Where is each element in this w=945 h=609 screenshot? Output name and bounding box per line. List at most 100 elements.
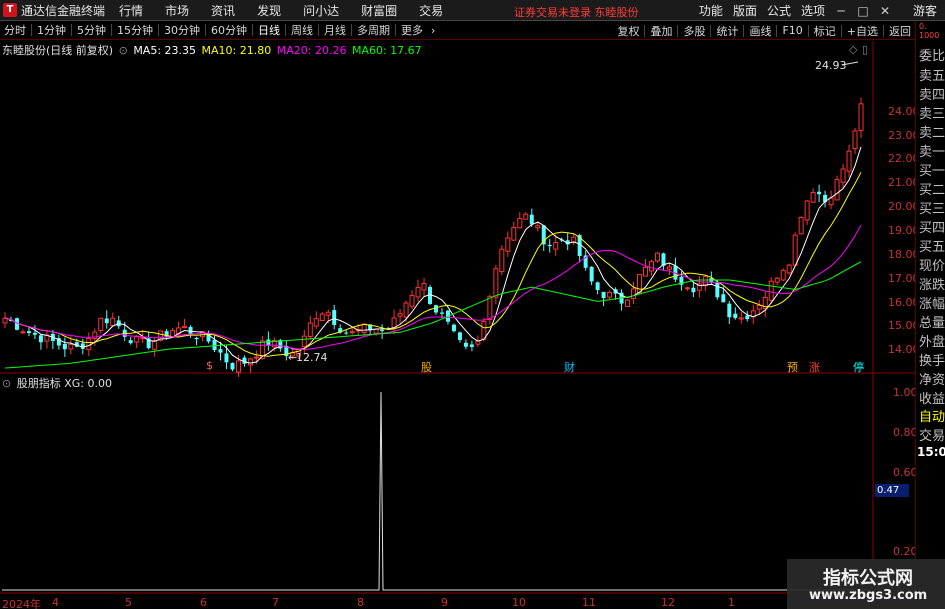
trade-login-notice[interactable]: 证券交易未登录 东睦股份 <box>514 4 639 20</box>
menu-market[interactable]: 市场 <box>165 2 189 19</box>
menu-market-quotes[interactable]: 行情 <box>119 2 143 19</box>
quote-item[interactable]: 总量 <box>919 312 945 331</box>
event-mark[interactable]: $ <box>206 359 213 372</box>
indicator-toggle-icon[interactable]: ⊙ <box>2 377 11 390</box>
legend-toggle-icon[interactable]: ⊙ <box>119 44 128 57</box>
menu-functions[interactable]: 功能 <box>699 2 723 19</box>
menu-ask-xiaoda[interactable]: 问小达 <box>303 2 339 19</box>
menu-trade[interactable]: 交易 <box>419 2 443 19</box>
period-60min[interactable]: 60分钟 <box>211 22 247 38</box>
quote-item[interactable]: 买四 <box>919 217 945 236</box>
ind-y-tick: 0.80 <box>893 426 918 439</box>
quote-item[interactable]: 买二 <box>919 179 945 198</box>
period-multi[interactable]: 多周期 <box>357 22 390 38</box>
menu-layout[interactable]: 版面 <box>733 2 757 19</box>
kline-chart[interactable] <box>0 41 915 609</box>
candle-body <box>493 268 499 298</box>
close-icon[interactable]: ✕ <box>879 4 891 18</box>
mark-button[interactable]: 标记 <box>814 23 836 39</box>
quote-item[interactable]: 涨跌 <box>919 274 945 293</box>
stock-title[interactable]: 东睦股份(日线 前复权) <box>2 44 113 57</box>
candle-body <box>313 318 319 327</box>
toolbar-divider <box>158 24 159 36</box>
event-mark[interactable]: 预 <box>787 359 798 375</box>
candle-body <box>648 261 654 272</box>
quote-item[interactable]: 净资 <box>919 369 945 388</box>
panel-toggle-icon[interactable]: ▯ <box>862 43 868 56</box>
candle-body <box>727 303 732 318</box>
quote-item[interactable]: 卖三 <box>919 103 945 122</box>
event-mark[interactable]: 股 <box>421 359 432 375</box>
quote-item[interactable]: 现价 <box>919 255 945 274</box>
period-15min[interactable]: 15分钟 <box>117 22 153 38</box>
quote-item[interactable]: 涨幅 <box>919 293 945 312</box>
quote-item[interactable]: 卖五 <box>919 65 945 84</box>
period-monthly[interactable]: 月线 <box>324 22 346 38</box>
event-mark[interactable]: 财 <box>564 359 575 375</box>
period-1min[interactable]: 1分钟 <box>37 22 66 38</box>
quote-item[interactable]: 外盘 <box>919 331 945 350</box>
menu-discover[interactable]: 发现 <box>257 2 281 19</box>
add-watchlist-button[interactable]: +自选 <box>847 23 878 39</box>
minimize-icon[interactable]: ─ <box>835 4 847 18</box>
adjust-button[interactable]: 复权 <box>617 23 639 39</box>
event-mark[interactable]: 停 <box>853 359 864 375</box>
watermark-url: www.zbgs3.com <box>809 588 928 603</box>
x-tick: 9 <box>441 596 448 609</box>
period-5min[interactable]: 5分钟 <box>77 22 106 38</box>
period-intraday[interactable]: 分时 <box>4 22 26 38</box>
back-button[interactable]: 返回 <box>889 23 911 39</box>
x-tick: 8 <box>357 596 364 609</box>
candle-body <box>571 236 577 243</box>
app-logo-icon: T <box>3 3 17 17</box>
candle-body <box>20 331 26 334</box>
trade-label[interactable]: 交易 <box>919 425 945 444</box>
guest-user[interactable]: 游客 <box>913 2 937 19</box>
period-more[interactable]: 更多 <box>401 22 423 38</box>
statistics-button[interactable]: 统计 <box>716 23 738 39</box>
menu-news[interactable]: 资讯 <box>211 2 235 19</box>
maximize-icon[interactable]: □ <box>857 4 869 18</box>
event-mark[interactable]: 涨 <box>809 359 820 375</box>
menu-options[interactable]: 选项 <box>801 2 825 19</box>
chart-area[interactable]: 东睦股份(日线 前复权) ⊙ MA5: 23.35 MA10: 21.80 MA… <box>0 41 920 609</box>
multi-stock-button[interactable]: 多股 <box>683 23 705 39</box>
candle-body <box>589 266 594 282</box>
menu-formula[interactable]: 公式 <box>767 2 791 19</box>
quote-item[interactable]: 卖二 <box>919 122 945 141</box>
candle-body <box>433 305 438 313</box>
candle-body <box>643 267 649 277</box>
candle-body <box>541 225 546 245</box>
diamond-icon[interactable]: ◇ <box>849 43 857 56</box>
indicator-title[interactable]: 股朋指标 XG: 0.00 <box>17 377 112 390</box>
candle-body <box>535 225 541 229</box>
candle-body <box>301 335 307 347</box>
f10-button[interactable]: F10 <box>782 24 802 37</box>
draw-line-button[interactable]: 画线 <box>749 23 771 39</box>
quote-item[interactable]: 买一 <box>919 160 945 179</box>
overlay-button[interactable]: 叠加 <box>650 23 672 39</box>
period-daily[interactable]: 日线 <box>258 22 280 38</box>
candle-body <box>804 200 810 221</box>
quote-item[interactable]: 换手 <box>919 350 945 369</box>
candle-body <box>840 168 846 183</box>
menu-wealth-circle[interactable]: 财富圈 <box>361 2 397 19</box>
quote-item[interactable]: 买五 <box>919 236 945 255</box>
period-30min[interactable]: 30分钟 <box>164 22 200 38</box>
quote-item[interactable]: 委比 <box>919 45 945 64</box>
quote-item[interactable]: 买三 <box>919 198 945 217</box>
candle-body <box>858 103 864 131</box>
period-weekly[interactable]: 周线 <box>291 22 313 38</box>
more-chevron-icon[interactable]: › <box>431 24 435 37</box>
quote-item[interactable]: 卖一 <box>919 141 945 160</box>
candle-body <box>625 299 631 307</box>
candle-body <box>637 274 643 294</box>
quote-item[interactable]: 收益 <box>919 388 945 407</box>
x-tick: 5 <box>125 596 132 609</box>
toolbar-divider <box>710 24 712 37</box>
candle-body <box>218 349 223 353</box>
auto-trade-label[interactable]: 自动 <box>919 406 945 425</box>
quote-item[interactable]: 卖四 <box>919 84 945 103</box>
candle-body <box>469 344 474 347</box>
candle-body <box>834 179 840 201</box>
